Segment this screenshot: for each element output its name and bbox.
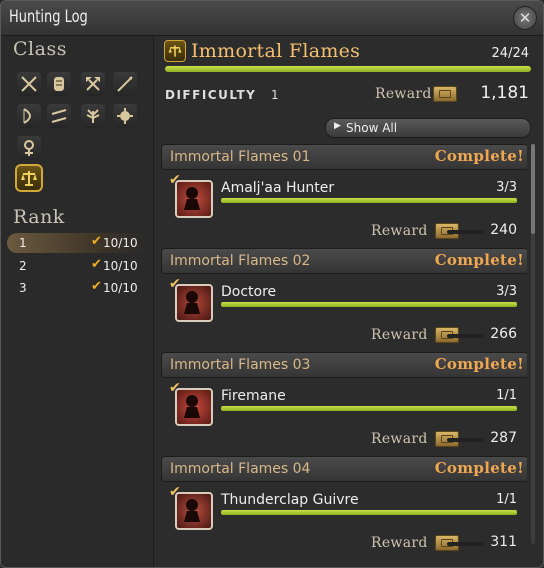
- mob-progress-fill: [221, 406, 517, 411]
- check-icon: ✔: [91, 279, 102, 294]
- log-progress-fill: [165, 66, 531, 72]
- left-panel: Class Rank 1 ✔ 10/10 2 ✔ 10/10 3 ✔ 10/10: [1, 36, 154, 567]
- rank-progress: 10/10: [103, 259, 138, 273]
- mob-name: Thunderclap Guivre: [221, 492, 359, 508]
- lancer-icon[interactable]: [113, 72, 137, 96]
- mob-progress-bar: [221, 510, 517, 515]
- entry-status: Complete!: [434, 251, 524, 269]
- reward-label: Reward: [371, 327, 428, 343]
- mob-progress-bar: [221, 302, 517, 307]
- mob-progress-fill: [221, 510, 517, 515]
- entry-header[interactable]: Immortal Flames 02 Complete!: [161, 248, 527, 274]
- entry-header[interactable]: Immortal Flames 01 Complete!: [161, 144, 527, 170]
- rogue-icon[interactable]: [47, 104, 71, 128]
- mob-progress-bar: [221, 198, 517, 203]
- rank-number: 1: [19, 236, 27, 250]
- hunting-entry: Immortal Flames 01 Complete! ✔ Amalj'aa …: [161, 144, 527, 248]
- hunting-entry: Immortal Flames 03 Complete! ✔ Firemane …: [161, 352, 527, 456]
- entry-status: Complete!: [434, 459, 524, 477]
- difficulty-label: Difficulty: [165, 88, 257, 102]
- entry-name: Immortal Flames 04: [170, 461, 311, 477]
- grand-company-icon[interactable]: [15, 164, 43, 192]
- mob-progress-fill: [221, 302, 517, 307]
- pugilist-icon[interactable]: [47, 72, 71, 96]
- entry-reward-value: 240: [490, 222, 517, 238]
- seal-icon: [433, 86, 457, 102]
- rank-row-2[interactable]: 2 ✔ 10/10: [7, 256, 147, 276]
- rank-progress: 10/10: [103, 281, 138, 295]
- entry-name: Immortal Flames 03: [170, 357, 311, 373]
- log-progress-text: 24/24: [491, 46, 529, 61]
- check-icon: ✔: [91, 234, 102, 249]
- play-icon: ▶: [334, 121, 341, 131]
- mob-progress-fill: [221, 198, 517, 203]
- rank-row-3[interactable]: 3 ✔ 10/10: [7, 278, 147, 298]
- rank-number: 3: [19, 281, 27, 295]
- rank-progress: 10/10: [103, 236, 138, 250]
- reward-label: Reward: [371, 223, 428, 239]
- rank-row-1[interactable]: 1 ✔ 10/10: [7, 233, 147, 253]
- reward-label: Reward: [375, 86, 432, 102]
- entry-status: Complete!: [434, 147, 524, 165]
- reward-total: 1,181: [480, 83, 529, 103]
- marauder-icon[interactable]: [81, 72, 105, 96]
- gladiator-icon[interactable]: [17, 72, 41, 96]
- class-section-label: Class: [13, 38, 67, 60]
- reward-bar: [447, 334, 485, 338]
- scrollbar-thumb[interactable]: [531, 144, 535, 234]
- archer-icon[interactable]: [17, 104, 41, 128]
- log-title: Immortal Flames: [191, 40, 361, 62]
- conjurer-icon[interactable]: [81, 104, 105, 128]
- thaumaturge-icon[interactable]: [113, 104, 137, 128]
- entry-status: Complete!: [434, 355, 524, 373]
- entry-reward: Reward: [371, 532, 459, 551]
- entry-header[interactable]: Immortal Flames 04 Complete!: [161, 456, 527, 482]
- entry-reward-value: 311: [490, 534, 517, 550]
- mob-count: 1/1: [496, 388, 517, 403]
- hunting-entry: Immortal Flames 02 Complete! ✔ Doctore 3…: [161, 248, 527, 352]
- reward-label: Reward: [371, 431, 428, 447]
- reward-label: Reward: [371, 535, 428, 551]
- entry-name: Immortal Flames 01: [170, 149, 311, 165]
- title-bar[interactable]: Hunting Log ✕: [1, 1, 543, 36]
- mob-count: 1/1: [496, 492, 517, 507]
- log-progress-bar: [165, 66, 531, 72]
- entry-name: Immortal Flames 02: [170, 253, 311, 269]
- mob-name: Amalj'aa Hunter: [221, 180, 335, 196]
- monster-icon[interactable]: [175, 180, 213, 218]
- monster-icon[interactable]: [175, 492, 213, 530]
- arcanist-icon[interactable]: [17, 136, 41, 160]
- monster-icon[interactable]: [175, 388, 213, 426]
- scrollbar[interactable]: [531, 144, 535, 544]
- entry-reward: Reward: [371, 428, 459, 447]
- hunting-entry: Immortal Flames 04 Complete! ✔ Thundercl…: [161, 456, 527, 560]
- mob-name: Doctore: [221, 284, 277, 300]
- check-icon: ✔: [91, 257, 102, 272]
- window-title: Hunting Log: [9, 7, 88, 27]
- reward-bar: [447, 230, 485, 234]
- monster-icon[interactable]: [175, 284, 213, 322]
- reward-bar: [447, 438, 485, 442]
- entry-reward-value: 266: [490, 326, 517, 342]
- grand-company-icon: [164, 40, 186, 62]
- mob-count: 3/3: [496, 284, 517, 299]
- rank-number: 2: [19, 259, 27, 273]
- entry-reward-value: 287: [490, 430, 517, 446]
- entry-reward: Reward: [371, 220, 459, 239]
- show-all-button[interactable]: ▶ Show All: [325, 118, 531, 138]
- hunting-log-window: Hunting Log ✕ Class Rank 1 ✔ 10/10 2 ✔ 1…: [0, 0, 544, 568]
- entry-list: Immortal Flames 01 Complete! ✔ Amalj'aa …: [161, 144, 527, 564]
- mob-name: Firemane: [221, 388, 286, 404]
- reward-bar: [447, 542, 485, 546]
- close-icon[interactable]: ✕: [513, 6, 537, 30]
- entry-header[interactable]: Immortal Flames 03 Complete!: [161, 352, 527, 378]
- entry-reward: Reward: [371, 324, 459, 343]
- difficulty-value: 1: [271, 88, 279, 102]
- log-panel: Immortal Flames 24/24 Difficulty 1 Rewar…: [155, 36, 543, 567]
- mob-count: 3/3: [496, 180, 517, 195]
- rank-section-label: Rank: [13, 206, 65, 228]
- mob-progress-bar: [221, 406, 517, 411]
